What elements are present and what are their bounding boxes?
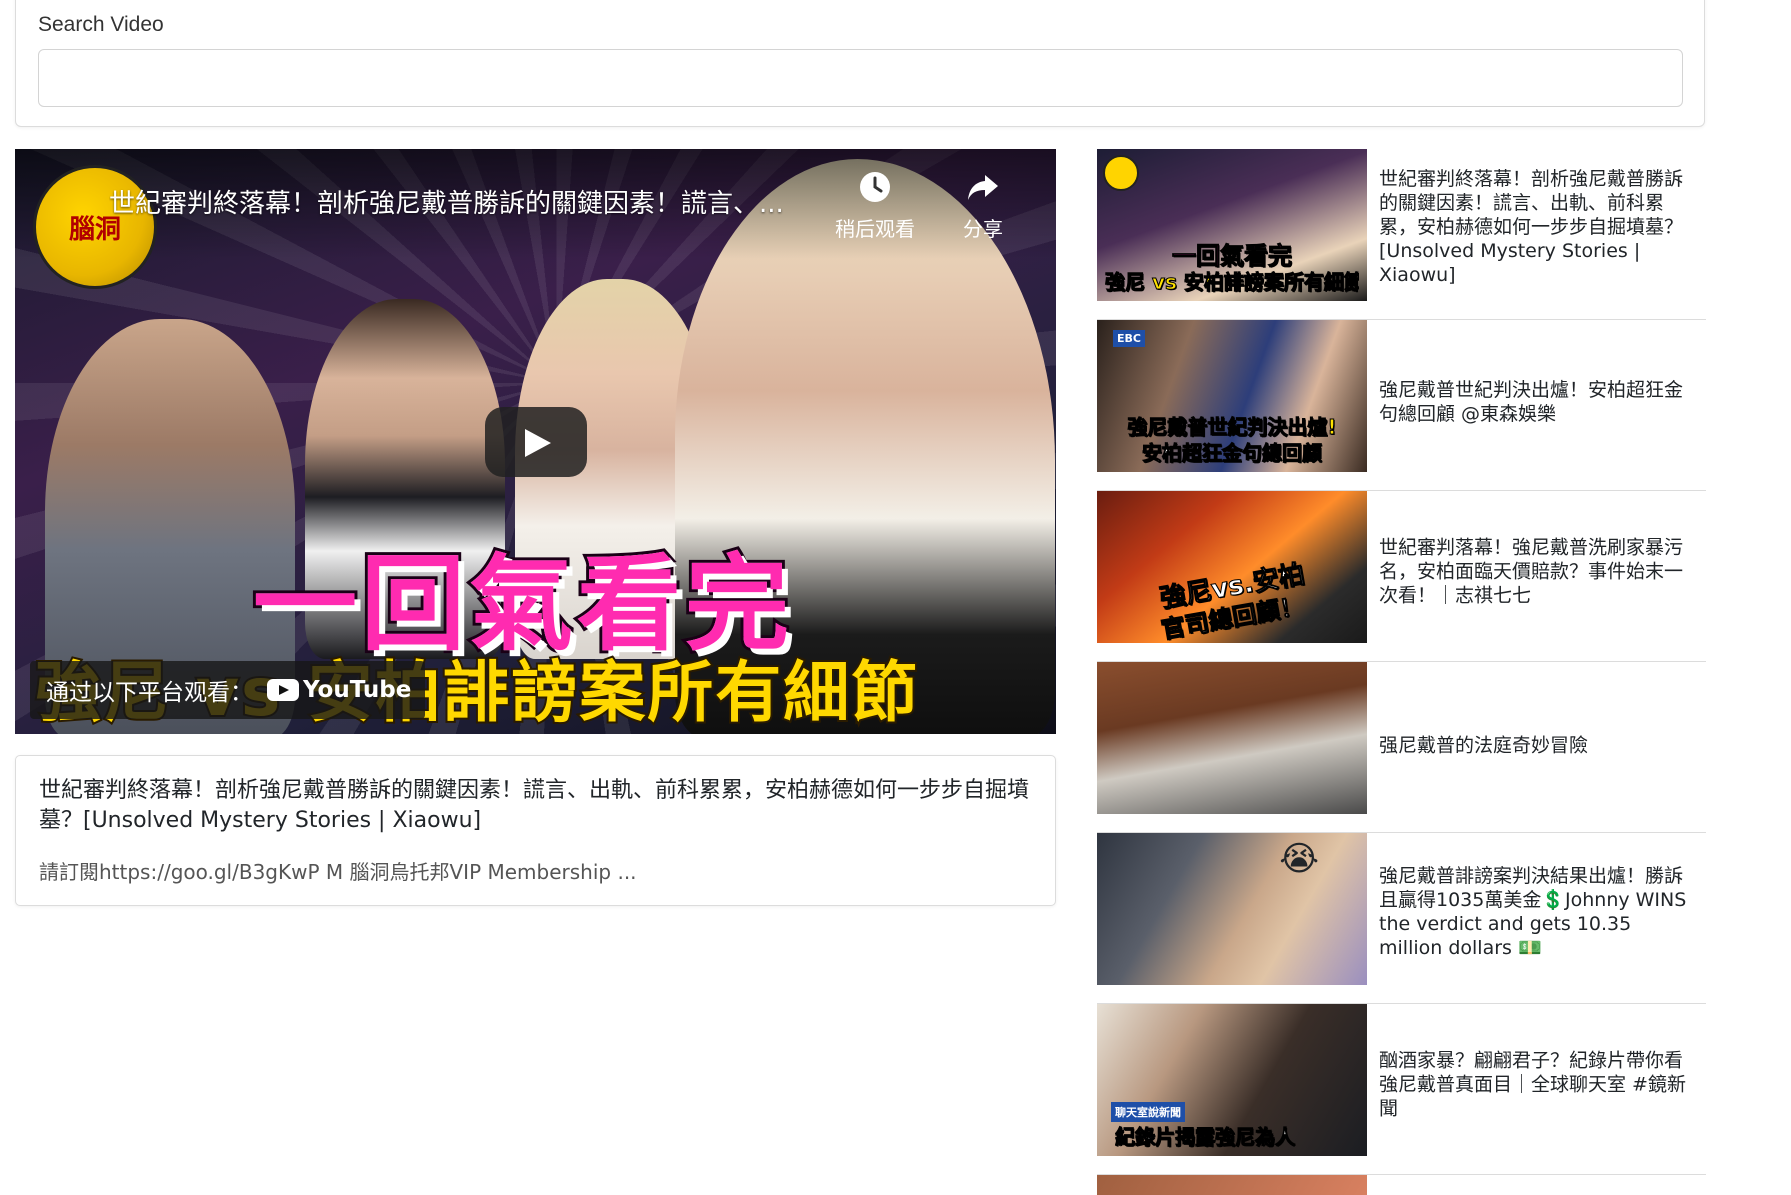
related-videos-list: 一回氣看完 強尼 vs 安柏誹謗案所有細節 世紀審判終落幕！剖析強尼戴普勝訴的關…: [1097, 149, 1706, 1195]
related-video-title[interactable]: 強尼戴普世紀判決出爐！安柏超狂金句總回顧 @東森娛樂: [1379, 378, 1699, 426]
thumbnail-caption: 安柏超狂金句總回顧: [1142, 441, 1323, 466]
youtube-logo[interactable]: YouTube: [267, 677, 411, 703]
youtube-play-icon: [267, 679, 299, 701]
video-thumbnail[interactable]: 😭: [1097, 833, 1367, 985]
video-info-card: 世紀審判終落幕！剖析強尼戴普勝訴的關鍵因素！謊言、出軌、前科累累，安柏赫德如何一…: [15, 755, 1056, 906]
related-video-item[interactable]: 😭 強尼戴普誹謗案判決結果出爐！勝訴且贏得1035萬美金💲Johnny WINS…: [1097, 833, 1706, 1004]
video-player[interactable]: 腦洞 世紀審判終落幕！剖析強尼戴普勝訴的關鍵因素！謊言、... 稍后观看 分享 …: [15, 149, 1056, 734]
video-thumbnail[interactable]: [1097, 662, 1367, 814]
channel-logo-icon: [1103, 155, 1139, 191]
video-thumbnail[interactable]: 聊天室說新聞 紀錄片揭露強尼為人: [1097, 1004, 1367, 1156]
video-thumbnail[interactable]: EBC 強尼戴普世紀判決出爐! 安柏超狂金句總回顧: [1097, 320, 1367, 472]
search-input[interactable]: [38, 49, 1683, 107]
related-video-item[interactable]: 強尼vs.安柏 官司總回顧！ 世紀審判落幕！強尼戴普洗刷家暴污名，安柏面臨天價賠…: [1097, 491, 1706, 662]
search-label: Search Video: [38, 13, 164, 36]
youtube-label: YouTube: [303, 677, 412, 703]
video-thumbnail[interactable]: 一回氣看完 強尼 vs 安柏誹謗案所有細節: [1097, 149, 1367, 301]
thumbnail-caption: 強尼戴普世紀判決出爐!: [1127, 415, 1337, 440]
video-title: 世紀審判終落幕！剖析強尼戴普勝訴的關鍵因素！謊言、出軌、前科累累，安柏赫德如何一…: [39, 778, 1030, 833]
related-video-item-partial[interactable]: [1097, 1175, 1706, 1195]
share-icon: [968, 175, 998, 200]
watch-on-youtube-bar[interactable]: 通过以下平台观看： YouTube: [30, 661, 426, 719]
channel-badge-icon: EBC: [1113, 330, 1145, 347]
video-description: 請訂閱https://goo.gl/B3gKwP M 腦洞烏托邦VIP Memb…: [39, 860, 637, 884]
related-video-item[interactable]: 一回氣看完 強尼 vs 安柏誹謗案所有細節 世紀審判終落幕！剖析強尼戴普勝訴的關…: [1097, 149, 1706, 320]
related-video-title[interactable]: 世紀審判終落幕！剖析強尼戴普勝訴的關鍵因素！謊言、出軌、前科累累，安柏赫德如何一…: [1379, 167, 1699, 287]
thumbnail-badge: 聊天室說新聞: [1111, 1102, 1185, 1122]
share-label: 分享: [963, 217, 1003, 241]
related-video-item[interactable]: 聊天室說新聞 紀錄片揭露強尼為人 酗酒家暴？翩翩君子？紀錄片帶你看強尼戴普真面目…: [1097, 1004, 1706, 1175]
watch-later-button[interactable]: 稍后观看: [835, 169, 915, 242]
watch-later-label: 稍后观看: [835, 217, 915, 241]
related-video-item[interactable]: EBC 強尼戴普世紀判決出爐! 安柏超狂金句總回顧 強尼戴普世紀判決出爐！安柏超…: [1097, 320, 1706, 491]
video-title-overlay[interactable]: 世紀審判終落幕！剖析強尼戴普勝訴的關鍵因素！謊言、...: [109, 183, 799, 220]
share-button[interactable]: 分享: [963, 169, 1003, 242]
video-thumbnail[interactable]: [1097, 1175, 1367, 1195]
video-thumbnail[interactable]: 強尼vs.安柏 官司總回顧！: [1097, 491, 1367, 643]
related-video-title[interactable]: 强尼戴普的法庭奇妙冒險: [1379, 734, 1699, 758]
thumbnail-caption: 強尼 vs 安柏誹謗案所有細節: [1105, 270, 1359, 295]
related-video-title[interactable]: 強尼戴普誹謗案判決結果出爐！勝訴且贏得1035萬美金💲Johnny WINS t…: [1379, 864, 1699, 960]
crying-face-icon: 😭: [1279, 840, 1319, 878]
watch-on-label: 通过以下平台观看：: [46, 680, 253, 706]
search-card: Search Video: [15, 0, 1705, 127]
related-video-title[interactable]: 酗酒家暴？翩翩君子？紀錄片帶你看強尼戴普真面目｜全球聊天室 #鏡新聞: [1379, 1049, 1699, 1121]
thumbnail-caption: 紀錄片揭露強尼為人: [1115, 1125, 1296, 1150]
clock-icon: [860, 172, 890, 202]
related-video-title[interactable]: 世紀審判落幕！強尼戴普洗刷家暴污名，安柏面臨天價賠款？事件始末一次看！｜志祺七七: [1379, 536, 1699, 608]
play-button[interactable]: [485, 407, 587, 477]
related-video-item[interactable]: 强尼戴普的法庭奇妙冒險: [1097, 662, 1706, 833]
